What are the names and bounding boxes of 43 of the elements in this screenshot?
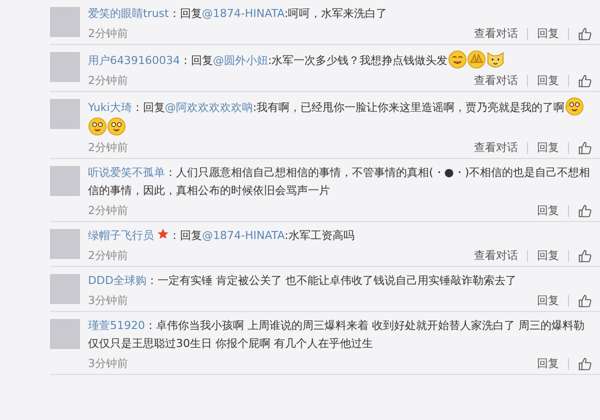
timestamp: 3分钟前: [88, 292, 128, 309]
thumbs-up-icon[interactable]: [578, 74, 592, 88]
comment-text: Yuki大琦：回复@阿欢欢欢欢欢呐:我有啊，已经甩你一脸让你来这里造谣啊，贾乃亮就是我的了啊: [88, 97, 600, 137]
view-conversation-link[interactable]: 查看对话: [474, 72, 518, 90]
comment-text: 用户6439160034：回复@圆外小妞:水军一次多少钱？我想挣点钱做头发: [88, 50, 600, 70]
view-conversation-link[interactable]: 查看对话: [474, 26, 518, 42]
mention-link[interactable]: @1874-HINATA: [202, 7, 284, 20]
comment-text: 绿帽子飞行员 ：回复@1874-HINATA:水军工资高吗: [88, 227, 356, 244]
reply-link[interactable]: 回复: [537, 140, 559, 156]
view-conversation-link[interactable]: 查看对话: [474, 248, 518, 264]
comment-text: 瑾萱51920：卓伟你当我小孩啊 上周谁说的周三爆料来着 收到好处就开始替人家洗白了 周三的爆料勒仅仅只是王思聪过30生日 你报个屁啊 有几个人在乎他过生: [88, 318, 586, 352]
username-link[interactable]: 用户6439160034: [88, 54, 180, 67]
comment-text: 听说爱笑不孤单：人们只愿意相信自己想相信的事情，不管事情的真相(・●・)不相信的也是自己不想相信的事情，因此，真相公布的时候依旧会骂声一片: [88, 165, 592, 199]
timestamp: 2分钟前: [88, 140, 128, 156]
thumbs-up-icon[interactable]: [578, 294, 592, 308]
username-link[interactable]: DDD全球购: [88, 274, 146, 287]
comment-text: 爱笑的眼睛trust：回复@1874-HINATA:呵呵，水军来洗白了: [88, 6, 388, 22]
username-link[interactable]: 听说爱笑不孤单: [88, 166, 165, 179]
view-conversation-link[interactable]: 查看对话: [474, 140, 518, 156]
comment-text: DDD全球购：一定有实锤 肯定被公关了 也不能让卓伟收了钱说自己用实锤敲诈勒索去了: [88, 273, 518, 289]
timestamp: 3分钟前: [88, 356, 128, 372]
mention-link[interactable]: @1874-HINATA: [202, 229, 285, 242]
mention-link[interactable]: @圆外小妞: [213, 54, 268, 67]
reply-link[interactable]: 回复: [537, 202, 559, 220]
reply-link[interactable]: 回复: [537, 356, 559, 372]
thumbs-up-icon[interactable]: [578, 141, 592, 155]
thumbs-up-icon[interactable]: [578, 27, 592, 41]
reply-link[interactable]: 回复: [537, 292, 559, 310]
timestamp: 2分钟前: [88, 72, 128, 89]
timestamp: 2分钟前: [88, 202, 128, 219]
thumbs-up-icon[interactable]: [578, 204, 592, 218]
reply-link[interactable]: 回复: [537, 72, 559, 90]
thumbs-up-icon[interactable]: [578, 357, 592, 371]
mention-link[interactable]: @阿欢欢欢欢欢呐: [164, 101, 253, 114]
username-link[interactable]: Yuki大琦: [88, 101, 132, 114]
reply-link[interactable]: 回复: [537, 248, 559, 264]
timestamp: 2分钟前: [88, 248, 128, 264]
username-link[interactable]: 爱笑的眼睛trust: [88, 7, 169, 20]
username-link[interactable]: 绿帽子飞行员: [88, 229, 154, 242]
reply-link[interactable]: 回复: [537, 26, 559, 42]
username-link[interactable]: 瑾萱51920: [88, 319, 145, 332]
timestamp: 2分钟前: [88, 26, 128, 42]
thumbs-up-icon[interactable]: [578, 249, 592, 263]
